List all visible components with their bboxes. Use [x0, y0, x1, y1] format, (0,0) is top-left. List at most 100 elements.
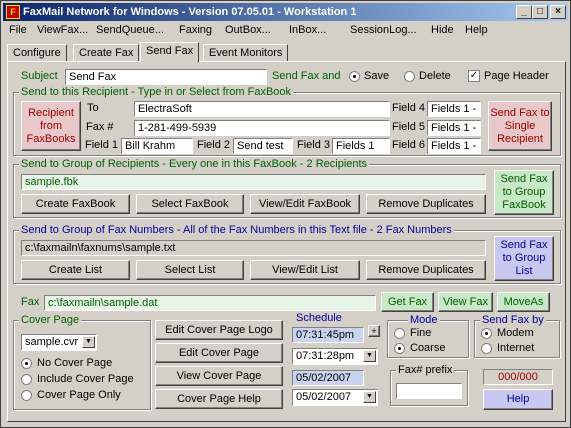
page-header-checkbox[interactable]: ✓ [468, 70, 480, 82]
coarse-label: Coarse [410, 342, 446, 354]
menu-faxing[interactable]: Faxing [179, 24, 212, 36]
send-single-recipient-button[interactable]: Send Fax to Single Recipient [488, 101, 552, 151]
no-cover-page-label: No Cover Page [37, 357, 113, 369]
menu-inbox[interactable]: InBox... [289, 24, 326, 36]
menu-outbox[interactable]: OutBox... [225, 24, 271, 36]
field6-input[interactable]: Fields 1 - [427, 138, 481, 154]
tab-send-fax[interactable]: Send Fax [140, 42, 200, 63]
chevron-down-icon[interactable]: ▼ [82, 336, 95, 348]
subject-input[interactable]: Send Fax [65, 69, 267, 85]
menu-hide[interactable]: Hide [431, 24, 454, 36]
menu-help[interactable]: Help [465, 24, 488, 36]
field4-input[interactable]: Fields 1 - [427, 101, 481, 117]
plus-icon[interactable]: + [368, 325, 380, 337]
help-button[interactable]: Help [483, 389, 553, 410]
send-by-group: Send Fax by Modem Internet [474, 314, 560, 358]
window-title: FaxMail Network for Windows - Version 07… [23, 6, 357, 18]
tab-configure[interactable]: Configure [7, 44, 67, 62]
menu-viewfax[interactable]: ViewFax... [37, 24, 88, 36]
maximize-button[interactable]: □ [532, 5, 548, 19]
get-fax-button[interactable]: Get Fax [381, 292, 434, 312]
save-radio[interactable] [349, 71, 360, 82]
mode-group-title: Mode [408, 314, 440, 326]
schedule-date2-combo[interactable]: 05/02/2007 ▼ [292, 389, 378, 406]
create-list-button[interactable]: Create List [21, 260, 130, 280]
recipient-group-title: Send to this Recipient - Type in or Sele… [19, 86, 294, 98]
faxnums-file-input[interactable]: c:\faxmailn\faxnums\sample.txt [21, 240, 486, 256]
field2-input[interactable]: Send test [233, 138, 293, 154]
include-cover-page-radio[interactable] [21, 374, 32, 385]
faxbook-group: Send to Group of Recipients - Every one … [13, 158, 561, 218]
tab-create-fax[interactable]: Create Fax [73, 44, 140, 62]
fax-app-icon: F [6, 5, 20, 19]
view-edit-faxbook-button[interactable]: View/Edit FaxBook [250, 194, 360, 214]
faxbook-file-input[interactable]: sample.fbk [21, 174, 486, 190]
fax-number-label: Fax # [86, 121, 114, 133]
send-group-faxbook-button[interactable]: Send Fax to Group FaxBook [494, 170, 554, 215]
edit-cover-page-button[interactable]: Edit Cover Page [155, 343, 283, 363]
field1-label: Field 1 [85, 139, 119, 151]
send-fax-panel: Subject Send Fax Send Fax and Save Delet… [7, 61, 566, 422]
chevron-down-icon[interactable]: ▼ [363, 391, 376, 403]
schedule-time1[interactable]: 07:31:45pm [292, 327, 364, 343]
coarse-radio[interactable] [394, 343, 405, 354]
menu-file[interactable]: File [9, 24, 27, 36]
no-cover-page-radio[interactable] [21, 358, 32, 369]
chevron-down-icon[interactable]: ▼ [363, 350, 376, 362]
main-window: F FaxMail Network for Windows - Version … [0, 0, 571, 428]
create-faxbook-button[interactable]: Create FaxBook [21, 194, 130, 214]
to-input[interactable]: ElectraSoft [134, 101, 390, 117]
field1-input[interactable]: Bill Krahm [121, 138, 193, 154]
send-by-group-title: Send Fax by [480, 314, 546, 326]
recipient-from-faxbooks-button[interactable]: Recipient from FaxBooks [21, 101, 81, 151]
view-fax-button[interactable]: View Fax [438, 292, 493, 312]
tab-event-monitors[interactable]: Event Monitors [203, 44, 289, 62]
title-bar[interactable]: F FaxMail Network for Windows - Version … [3, 3, 568, 21]
cover-page-group: Cover Page sample.cvr ▼ No Cover Page In… [13, 314, 151, 410]
faxnums-group-title: Send to Group of Fax Numbers - All of th… [19, 224, 454, 236]
view-edit-list-button[interactable]: View/Edit List [250, 260, 360, 280]
send-group-list-button[interactable]: Send Fax to Group List [494, 236, 554, 281]
menu-bar: File ViewFax... SendQueue... Faxing OutB… [3, 22, 568, 40]
cover-page-only-radio[interactable] [21, 390, 32, 401]
internet-label: Internet [497, 342, 535, 354]
minimize-button[interactable]: _ [516, 5, 532, 19]
fine-radio[interactable] [394, 328, 405, 339]
fax-number-input[interactable]: 1-281-499-5939 [134, 120, 390, 136]
fax-prefix-label: Fax# prefix [396, 364, 455, 376]
field3-label: Field 3 [297, 139, 331, 151]
field5-label: Field 5 [392, 121, 426, 133]
page-header-label: Page Header [484, 70, 549, 82]
fine-label: Fine [410, 327, 432, 339]
remove-duplicates-list-button[interactable]: Remove Duplicates [366, 260, 486, 280]
schedule-date2: 05/02/2007 [296, 391, 352, 403]
fax-counter: 000/000 [483, 369, 553, 385]
view-cover-page-button[interactable]: View Cover Page [155, 366, 283, 386]
fax-file-input[interactable]: c:\faxmailn\sample.dat [44, 295, 376, 311]
menu-sessionlog[interactable]: SessionLog... [350, 24, 417, 36]
edit-cover-page-logo-button[interactable]: Edit Cover Page Logo [155, 320, 283, 340]
cover-page-group-title: Cover Page [19, 314, 82, 326]
fax-prefix-input[interactable] [396, 383, 462, 399]
save-radio-label: Save [364, 70, 390, 82]
cover-page-only-label: Cover Page Only [37, 389, 121, 401]
faxbook-group-title: Send to Group of Recipients - Every one … [19, 158, 370, 170]
field3-input[interactable]: Fields 1 [332, 138, 390, 154]
menu-sendqueue[interactable]: SendQueue... [96, 24, 164, 36]
modem-radio[interactable] [481, 328, 492, 339]
cover-page-help-button[interactable]: Cover Page Help [155, 389, 283, 409]
fax-file-label: Fax [21, 296, 40, 308]
delete-radio-label: Delete [419, 70, 451, 82]
recipient-group: Send to this Recipient - Type in or Sele… [13, 86, 561, 156]
schedule-date1[interactable]: 05/02/2007 [292, 370, 364, 386]
cover-page-combo[interactable]: sample.cvr ▼ [21, 334, 97, 351]
select-faxbook-button[interactable]: Select FaxBook [136, 194, 244, 214]
moveas-button[interactable]: MoveAs [497, 292, 550, 312]
close-button[interactable]: × [550, 5, 566, 19]
remove-duplicates-faxbook-button[interactable]: Remove Duplicates [366, 194, 486, 214]
internet-radio[interactable] [481, 343, 492, 354]
delete-radio[interactable] [404, 71, 415, 82]
schedule-time2-combo[interactable]: 07:31:28pm ▼ [292, 348, 378, 365]
field5-input[interactable]: Fields 1 - [427, 120, 481, 136]
select-list-button[interactable]: Select List [136, 260, 244, 280]
